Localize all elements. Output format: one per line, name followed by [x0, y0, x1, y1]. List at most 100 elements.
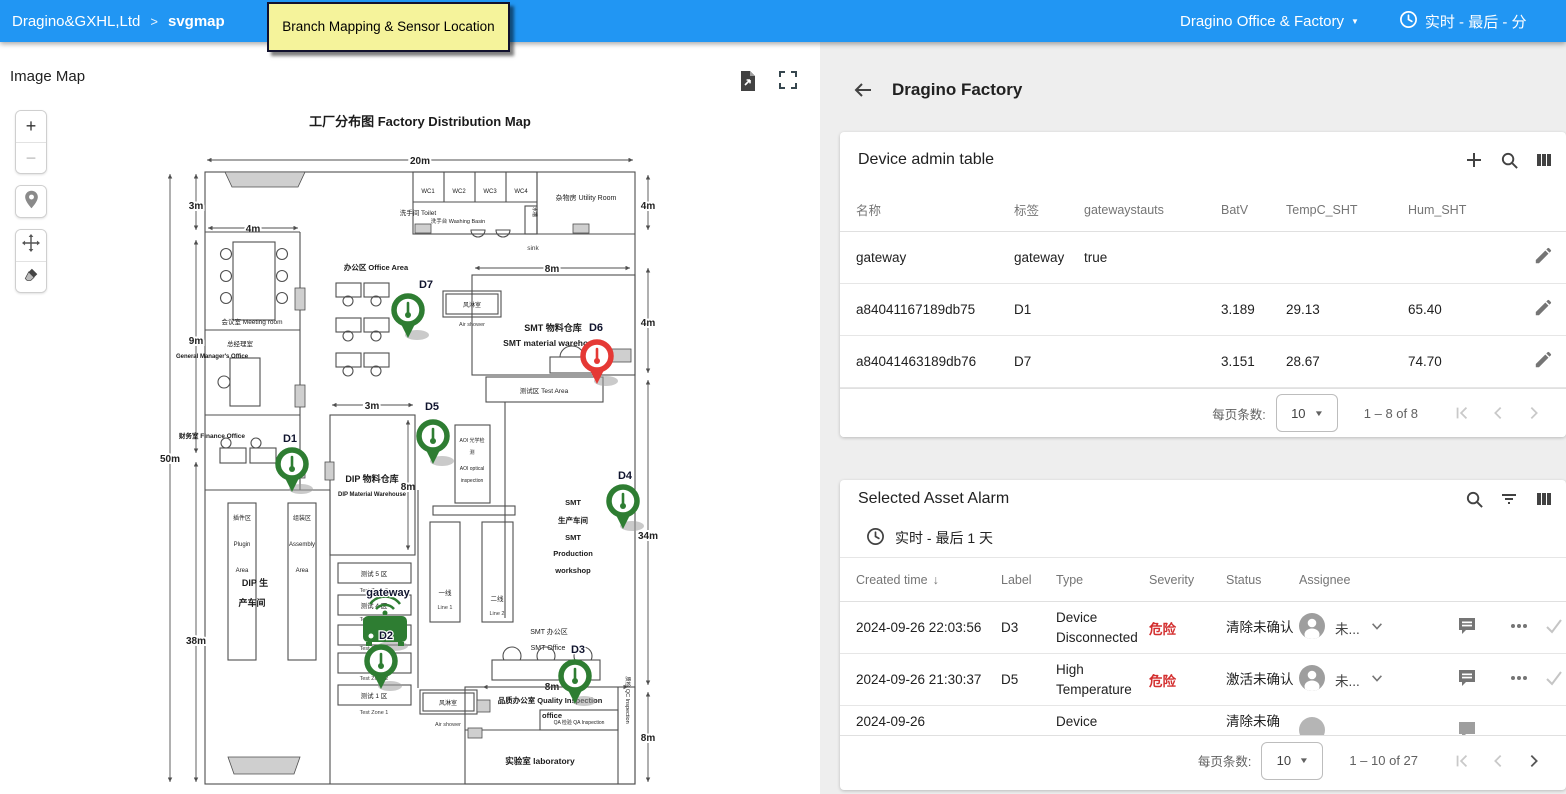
map-marker-d5[interactable]: D5 — [419, 401, 454, 466]
room-aoi-2: 测 — [469, 449, 474, 456]
timewindow-label: 实时 - 最后 - 分 — [1425, 11, 1527, 32]
prev-page-button[interactable] — [1480, 395, 1516, 431]
col-status[interactable]: Status — [1226, 573, 1299, 587]
page-size-value: 10 — [1277, 753, 1291, 768]
more-actions-icon[interactable] — [1509, 668, 1529, 691]
edit-pencil-icon[interactable] — [1534, 299, 1552, 320]
entity-selector[interactable]: Dragino Office & Factory ▼ — [1180, 13, 1359, 30]
alarm-timewindow-label: 实时 - 最后 1 天 — [895, 528, 993, 548]
first-page-button[interactable] — [1444, 743, 1480, 779]
col-assignee[interactable]: Assignee — [1299, 573, 1439, 587]
col-label[interactable]: 标签 — [1014, 200, 1084, 219]
room-line1-cn: 一线 — [439, 588, 453, 597]
cell-label: D7 — [1014, 354, 1084, 369]
columns-icon[interactable] — [1534, 489, 1554, 509]
image-map-panel: Image Map + − — [0, 42, 820, 794]
edit-pencil-icon[interactable] — [1534, 351, 1552, 372]
cell-created: 2024-09-26 22:03:56 — [856, 618, 1001, 638]
room-toilet: 洗手间 Toilet — [400, 208, 437, 217]
col-gatewaystauts[interactable]: gatewaystauts — [1084, 203, 1221, 217]
next-page-button[interactable] — [1516, 395, 1552, 431]
more-actions-icon[interactable] — [1509, 616, 1529, 639]
room-tz5-cn: 测试 5 区 — [361, 569, 388, 578]
col-name[interactable]: 名称 — [856, 200, 1014, 219]
room-smt-ws3: SMT — [565, 533, 581, 542]
prev-page-button[interactable] — [1480, 743, 1516, 779]
place-marker-button[interactable] — [16, 186, 46, 217]
table-row[interactable]: gateway gateway true — [840, 232, 1566, 284]
next-page-button[interactable] — [1516, 743, 1552, 779]
first-page-button[interactable] — [1444, 395, 1480, 431]
page-size-select[interactable]: 10 ▼ — [1276, 394, 1338, 432]
dim-9m: 9m — [189, 336, 204, 347]
cell-label: D5 — [1001, 672, 1056, 687]
col-created-label: Created time — [856, 573, 928, 587]
breadcrumb-page[interactable]: svgmap — [168, 13, 225, 30]
erase-button[interactable] — [16, 261, 46, 292]
map-marker-d6[interactable]: D6 — [583, 322, 618, 386]
assignee-cell[interactable]: 未... — [1299, 613, 1439, 642]
page-size-select[interactable]: 10 ▼ — [1261, 742, 1323, 780]
room-aoi-3: AOI optical — [460, 466, 484, 472]
map-marker-gateway[interactable]: gateway D2 — [363, 587, 411, 651]
assignee-cell[interactable]: 未... — [1299, 665, 1439, 694]
room-aoi-4: inspection — [461, 478, 484, 484]
add-entity-icon[interactable] — [1464, 150, 1484, 170]
table-row[interactable]: a84041463189db76 D7 3.151 28.67 74.70 — [840, 336, 1566, 388]
cell-type: High Temperature — [1056, 660, 1149, 699]
dim-34m: 34m — [638, 531, 658, 542]
alarm-details-icon[interactable] — [1457, 616, 1477, 639]
room-smt-ws4: Production — [553, 549, 593, 558]
room-gm-en: General Manager's Office — [176, 354, 249, 360]
alarm-row[interactable]: 2024-09-26 22:03:56 D3 Device Disconnect… — [840, 602, 1566, 654]
map-marker-d1[interactable]: D1 — [278, 433, 313, 494]
alarm-details-icon[interactable] — [1457, 668, 1477, 691]
zoom-out-button[interactable]: − — [16, 142, 46, 173]
cell-name: a84041167189db75 — [856, 302, 1014, 317]
back-button[interactable] — [852, 78, 876, 102]
table-row[interactable]: a84041167189db75 D1 3.189 29.13 65.40 — [840, 284, 1566, 336]
acknowledge-check-icon[interactable] — [1544, 616, 1564, 639]
zoom-in-button[interactable]: + — [16, 111, 46, 142]
col-created-time[interactable]: Created time ↓ — [856, 573, 1001, 587]
export-image-icon[interactable] — [738, 70, 760, 92]
alarm-timewindow-button[interactable]: 实时 - 最后 1 天 — [840, 518, 1566, 558]
columns-icon[interactable] — [1534, 150, 1554, 170]
room-dip-ws2: 产车间 — [238, 597, 265, 608]
top-bar: Dragino&GXHL,Ltd > svgmap Dragino Office… — [0, 0, 1566, 42]
edit-pencil-icon[interactable] — [1534, 247, 1552, 268]
avatar — [1299, 613, 1325, 642]
room-assembly-en2: Area — [296, 568, 309, 574]
page-range: 1 – 10 of 27 — [1349, 753, 1418, 768]
room-wc1: WC1 — [421, 189, 435, 195]
col-label[interactable]: Label — [1001, 573, 1056, 587]
search-icon[interactable] — [1464, 489, 1484, 509]
dim-4m-right1: 4m — [641, 201, 656, 212]
col-tempc[interactable]: TempC_SHT — [1286, 203, 1408, 217]
cell-severity: 危险 — [1149, 670, 1226, 690]
timewindow-button[interactable]: 实时 - 最后 - 分 — [1399, 10, 1527, 33]
fullscreen-icon[interactable] — [778, 70, 800, 92]
cell-label: D1 — [1014, 302, 1084, 317]
map-marker-d4[interactable]: D4 — [609, 470, 644, 531]
room-washing-basin: 洗手台 Washing Basin — [431, 217, 486, 225]
col-severity[interactable]: Severity — [1149, 573, 1226, 587]
acknowledge-check-icon[interactable] — [1544, 668, 1564, 691]
svg-text:D2: D2 — [379, 630, 393, 642]
filter-icon[interactable] — [1499, 489, 1519, 509]
search-icon[interactable] — [1499, 150, 1519, 170]
col-hum[interactable]: Hum_SHT — [1408, 203, 1528, 217]
chevron-down-icon: ▼ — [1299, 756, 1309, 765]
room-qa: QA 检验 QA Inspection — [554, 719, 605, 726]
col-batv[interactable]: BatV — [1221, 203, 1286, 217]
pan-button[interactable] — [16, 230, 46, 261]
room-meeting: 会议室 Meeting room — [221, 317, 282, 326]
map-marker-d2[interactable] — [367, 647, 402, 691]
col-type[interactable]: Type — [1056, 573, 1149, 587]
breadcrumb-company[interactable]: Dragino&GXHL,Ltd — [12, 13, 140, 30]
alarm-row[interactable]: 2024-09-26 21:30:37 D5 High Temperature … — [840, 654, 1566, 706]
sort-desc-icon: ↓ — [933, 573, 939, 587]
room-plugin-en2: Area — [236, 568, 249, 574]
room-airshower-bottom-cn: 风淋室 — [439, 699, 457, 707]
map-marker-d7[interactable]: D7 — [394, 279, 433, 340]
